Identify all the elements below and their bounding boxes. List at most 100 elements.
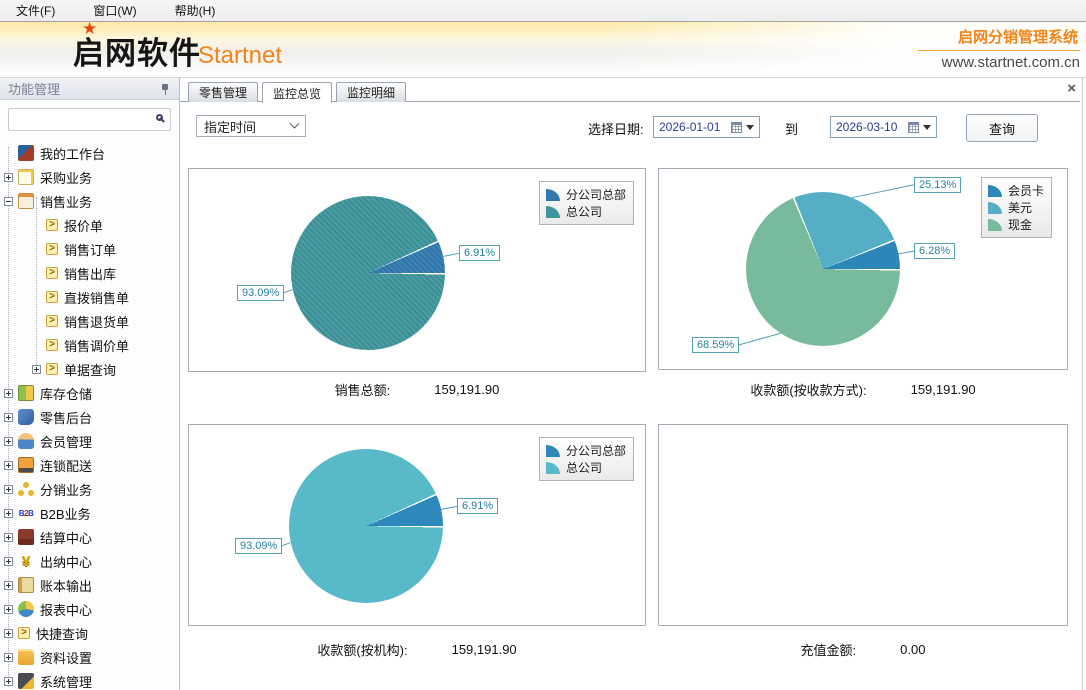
tree-item[interactable]: ¥出纳中心 [0, 549, 179, 573]
tree-item-label: 报表中心 [40, 600, 92, 619]
search-icon[interactable] [156, 114, 163, 121]
pie-chart [291, 196, 445, 350]
expand-plus-icon[interactable] [4, 389, 13, 398]
chart-legend: 分公司总部总公司 [539, 181, 634, 225]
legend-label: 总公司 [566, 203, 602, 220]
sidebar-search-input[interactable] [8, 108, 171, 131]
chart-caption-label: 充值金额: [801, 640, 857, 659]
legend-item: 会员卡 [988, 182, 1044, 199]
folder-icon [18, 649, 34, 665]
tree-item-label: 分销业务 [40, 480, 92, 499]
sales-icon [18, 193, 34, 209]
tree-item-label: 连锁配送 [40, 456, 92, 475]
expand-plus-icon[interactable] [4, 629, 13, 638]
collapse-minus-icon[interactable] [4, 197, 13, 206]
date-from-input[interactable]: 2026-01-01 [653, 116, 760, 138]
menu-bar: 文件(F) 窗口(W) 帮助(H) [0, 0, 1086, 22]
pie-callout: 68.59% [692, 337, 739, 353]
tab-零售管理[interactable]: 零售管理 [188, 82, 258, 102]
tree-item-label: 账本输出 [40, 576, 92, 595]
menu-item[interactable]: 帮助(H) [163, 0, 228, 21]
pie-callout: 6.28% [914, 243, 955, 259]
tree-item[interactable]: 资料设置 [0, 645, 179, 669]
tree-item[interactable]: >单据查询 [0, 357, 179, 381]
tree-item[interactable]: 报表中心 [0, 597, 179, 621]
chart-caption: 销售总额: 159,191.90 [188, 380, 646, 398]
tree-item[interactable]: 销售业务 [0, 189, 179, 213]
tree-item[interactable]: 会员管理 [0, 429, 179, 453]
date-range-label: 选择日期: [588, 119, 644, 138]
pie-callout: 6.91% [459, 245, 500, 261]
expand-plus-icon[interactable] [4, 653, 13, 662]
doc-arrow-icon: > [46, 291, 58, 303]
expand-plus-icon[interactable] [4, 437, 13, 446]
expand-plus-icon[interactable] [4, 677, 13, 686]
expand-plus-icon[interactable] [4, 581, 13, 590]
tree-item-label: 销售订单 [64, 240, 116, 259]
doc-arrow-icon: > [46, 219, 58, 231]
tree-item[interactable]: 账本输出 [0, 573, 179, 597]
expand-plus-icon[interactable] [4, 509, 13, 518]
expand-plus-icon[interactable] [4, 605, 13, 614]
tree-item[interactable]: > 销售订单 [0, 237, 179, 261]
tree-item[interactable]: 库存仓储 [0, 381, 179, 405]
tree-item[interactable]: > 销售调价单 [0, 333, 179, 357]
date-to-input[interactable]: 2026-03-10 [830, 116, 937, 138]
query-button[interactable]: 查询 [966, 114, 1038, 142]
tree-item[interactable]: 零售后台 [0, 405, 179, 429]
tab-监控总览[interactable]: 监控总览 [262, 82, 332, 103]
expand-plus-icon[interactable] [4, 533, 13, 542]
tree-item[interactable]: 采购业务 [0, 165, 179, 189]
chart-caption-value: 159,191.90 [452, 642, 517, 657]
tree-item-label: B2B业务 [40, 504, 91, 523]
tree-item[interactable]: 连锁配送 [0, 453, 179, 477]
tree-item[interactable]: >报价单 [0, 213, 179, 237]
app-banner: ★ 启网软件 Startnet 启网分销管理系统 www.startnet.co… [0, 22, 1086, 78]
tree-item-label: 销售调价单 [64, 336, 129, 355]
doc-arrow-icon: > [46, 243, 58, 255]
tab-strip: 零售管理监控总览监控明细 [180, 82, 1080, 102]
date-to-value: 2026-03-10 [836, 120, 908, 134]
retail-icon [18, 409, 34, 425]
menu-item[interactable]: 窗口(W) [81, 0, 148, 21]
doc-arrow-icon: > [46, 339, 58, 351]
tab-监控明细[interactable]: 监控明细 [336, 82, 406, 102]
tree-item[interactable]: >销售出库 [0, 261, 179, 285]
expand-plus-icon[interactable] [4, 461, 13, 470]
legend-label: 分公司总部 [566, 442, 626, 459]
system-icon [18, 673, 34, 689]
tree-item-label: 出纳中心 [40, 552, 92, 571]
chart-panel-recharge [658, 424, 1068, 626]
chart-caption-label: 收款额(按机构): [317, 640, 407, 659]
legend-label: 分公司总部 [566, 186, 626, 203]
workbench-icon [18, 145, 34, 161]
expand-plus-icon[interactable] [4, 173, 13, 182]
tree-item[interactable]: 结算中心 [0, 525, 179, 549]
calendar-icon [908, 122, 919, 133]
legend-swatch [546, 445, 560, 457]
logo-text-en: Startnet [198, 42, 282, 70]
tree-item[interactable]: >直拨销售单 [0, 285, 179, 309]
tree-item-label: 我的工作台 [40, 144, 105, 163]
b2b-icon: B2B [18, 505, 34, 521]
tree-item[interactable]: >快捷查询 [0, 621, 179, 645]
tree-item[interactable]: 系统管理 [0, 669, 179, 690]
tree-item[interactable]: B2B B2B业务 [0, 501, 179, 525]
expand-plus-icon[interactable] [4, 557, 13, 566]
pie-callout: 93.09% [237, 285, 284, 301]
settlement-icon [18, 529, 34, 545]
pin-icon[interactable] [160, 83, 171, 95]
tree-item[interactable]: 我的工作台 [0, 141, 179, 165]
menu-item[interactable]: 文件(F) [4, 0, 67, 21]
legend-item: 总公司 [546, 459, 626, 476]
legend-swatch [988, 219, 1002, 231]
expand-plus-icon[interactable] [32, 365, 41, 374]
website-url: www.startnet.com.cn [918, 51, 1080, 71]
tree-item[interactable]: 分销业务 [0, 477, 179, 501]
expand-plus-icon[interactable] [4, 485, 13, 494]
tree-item[interactable]: >销售退货单 [0, 309, 179, 333]
legend-label: 总公司 [566, 459, 602, 476]
function-tree: 我的工作台采购业务销售业务>报价单>销售订单>销售出库>直拨销售单>销售退货单>… [0, 137, 179, 690]
expand-plus-icon[interactable] [4, 413, 13, 422]
time-range-select[interactable]: 指定时间 [196, 115, 306, 137]
